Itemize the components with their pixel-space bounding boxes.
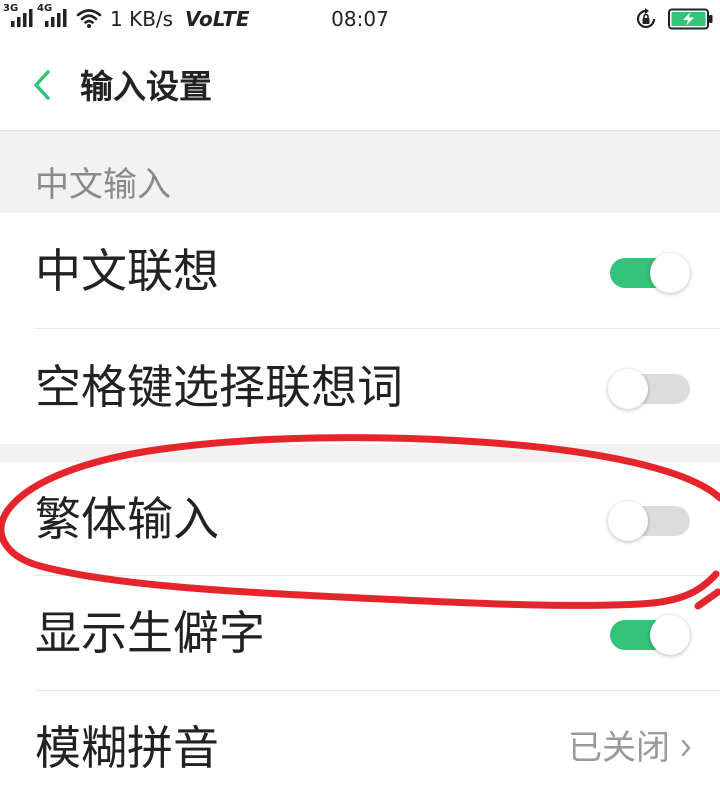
setting-label: 空格键选择联想词 (35, 359, 403, 414)
signal-icon (11, 9, 33, 27)
back-button[interactable] (22, 62, 62, 108)
setting-label: 显示生僻字 (35, 606, 265, 660)
app-header: 输入设置 (0, 38, 720, 130)
setting-value: 已关闭 (568, 728, 670, 768)
setting-row-chinese-association[interactable]: 中文联想 (0, 213, 720, 328)
page-title: 输入设置 (80, 67, 212, 106)
volte-indicator: VoLTE (185, 7, 250, 31)
network-speed: 1 KB/s (110, 7, 174, 31)
rotation-lock-icon (636, 8, 656, 29)
chevron-right-icon (681, 739, 691, 757)
setting-row-rare-characters[interactable]: 显示生僻字 (0, 576, 720, 690)
signal-icon (45, 9, 67, 27)
setting-label: 中文联想 (35, 243, 219, 298)
battery-charging-icon (668, 8, 713, 30)
settings-screen: 3G 4G 1 KB/s VoLTE 08:07 输入设置 中文输入 中文联想 … (0, 0, 720, 809)
section-gap (0, 444, 720, 462)
toggle-knob (650, 252, 690, 293)
setting-label: 模糊拼音 (35, 721, 219, 775)
toggle-knob (608, 500, 648, 541)
chevron-left-icon (34, 70, 50, 100)
wifi-icon (76, 9, 102, 28)
toggle-knob (650, 615, 690, 655)
setting-row-space-select-prediction[interactable]: 空格键选择联想词 (0, 329, 720, 444)
toggle-knob (608, 368, 648, 409)
section-header: 中文输入 (0, 131, 720, 213)
toggle-switch[interactable] (608, 368, 690, 409)
clock: 08:07 (331, 7, 389, 31)
setting-row-traditional-input[interactable]: 繁体输入 (0, 462, 720, 575)
toggle-switch[interactable] (608, 500, 690, 541)
setting-value-group: 已关闭 (568, 728, 692, 768)
setting-row-fuzzy-pinyin[interactable]: 模糊拼音 已关闭 (0, 691, 720, 805)
toggle-switch[interactable] (610, 252, 690, 293)
status-bar: 3G 4G 1 KB/s VoLTE 08:07 (0, 0, 720, 38)
setting-label: 繁体输入 (35, 491, 219, 546)
toggle-switch[interactable] (610, 615, 690, 655)
